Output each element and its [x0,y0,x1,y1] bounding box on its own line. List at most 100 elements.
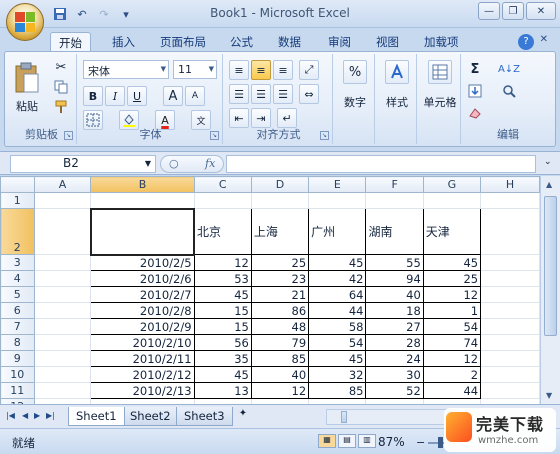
value-cell[interactable]: 27 [365,318,424,335]
close-icon[interactable]: ✕ [526,2,556,20]
value-cell[interactable]: 2 [422,366,482,383]
value-cell[interactable]: 12 [422,286,482,303]
wrap-text-icon[interactable]: ↵ [277,108,297,128]
scroll-thumb[interactable] [341,411,347,423]
cell[interactable] [480,334,540,351]
tab-formulas[interactable]: 公式 [222,32,261,52]
font-name-combo[interactable]: 宋体 ▼ [83,60,169,79]
merge-center-icon[interactable]: ⇔ [299,84,319,104]
value-cell[interactable]: 15 [193,302,252,319]
date-cell[interactable]: 2010/2/8 [90,302,195,319]
value-cell[interactable]: 30 [365,366,424,383]
cell[interactable] [480,350,540,367]
last-sheet-icon[interactable]: ▶| [46,411,55,420]
office-button[interactable] [6,3,44,41]
cell[interactable] [480,270,540,287]
cell[interactable] [33,286,92,303]
format-painter-icon[interactable] [51,98,71,116]
tab-review[interactable]: 审阅 [320,32,359,52]
value-cell[interactable]: 54 [422,318,482,335]
name-box[interactable]: B2 ▼ [10,155,156,173]
tab-view[interactable]: 视图 [368,32,407,52]
cell[interactable] [480,302,540,319]
page-layout-view-icon[interactable]: ▤ [338,434,356,448]
row-header[interactable]: 7 [0,318,35,335]
sort-filter-icon[interactable]: A↓Z [497,60,521,78]
value-cell[interactable]: 86 [250,302,310,319]
row-header[interactable]: 1 [0,192,35,209]
cell[interactable] [33,192,92,209]
date-cell[interactable]: 2010/2/9 [90,318,195,335]
page-break-view-icon[interactable]: ▥ [358,434,376,448]
scroll-thumb[interactable] [544,196,557,336]
date-cell[interactable]: 2010/2/11 [90,350,195,367]
value-cell[interactable]: 18 [365,302,424,319]
row-header[interactable]: 5 [0,286,35,303]
insert-function-button[interactable]: fx [205,157,215,170]
cell[interactable] [193,192,252,209]
align-bottom-icon[interactable]: ≡ [273,60,293,80]
value-cell[interactable]: 12 [193,254,252,271]
value-cell[interactable]: 35 [193,350,252,367]
column-header[interactable]: F [365,176,424,193]
scroll-down-icon[interactable]: ▼ [546,391,552,400]
cell[interactable] [33,302,92,319]
align-center-icon[interactable]: ☰ [251,84,271,104]
value-cell[interactable]: 79 [250,334,310,351]
vertical-scrollbar[interactable]: ▲ ▼ [540,176,560,404]
header-cell[interactable]: 上海 [250,208,310,255]
styles-label[interactable]: 样式 [377,94,417,110]
cell[interactable] [90,192,195,209]
expand-formula-icon[interactable]: ⌄ [544,157,556,171]
grow-font-button[interactable]: A [163,86,183,106]
row-header[interactable]: 2 [0,208,35,255]
tab-page-layout[interactable]: 页面布局 [152,32,214,52]
cell[interactable] [480,382,540,399]
value-cell[interactable]: 23 [250,270,310,287]
value-cell[interactable]: 52 [365,382,424,399]
row-header[interactable]: 10 [0,366,35,383]
tab-home[interactable]: 开始 [50,32,91,52]
cell[interactable] [308,192,367,209]
cell[interactable] [365,192,424,209]
insert-sheet-icon[interactable]: ✦ [234,408,252,424]
align-left-icon[interactable]: ☰ [229,84,249,104]
bold-button[interactable]: B [83,86,103,106]
date-cell[interactable]: 2010/2/7 [90,286,195,303]
value-cell[interactable]: 56 [193,334,252,351]
font-launcher-icon[interactable]: ↘ [210,131,219,140]
value-cell[interactable]: 40 [250,366,310,383]
shrink-font-button[interactable]: A [185,86,205,106]
value-cell[interactable]: 48 [250,318,310,335]
row-header[interactable]: 4 [0,270,35,287]
sheet-tab[interactable]: Sheet1 [68,407,125,426]
cell[interactable] [33,382,92,399]
value-cell[interactable]: 55 [365,254,424,271]
value-cell[interactable]: 24 [365,350,424,367]
date-cell[interactable]: 2010/2/5 [90,254,195,271]
value-cell[interactable]: 74 [422,334,482,351]
copy-icon[interactable] [51,78,71,96]
value-cell[interactable]: 45 [193,286,252,303]
value-cell[interactable]: 25 [422,270,482,287]
percent-icon[interactable]: % [343,60,367,84]
value-cell[interactable]: 54 [308,334,367,351]
styles-icon[interactable] [385,60,409,84]
value-cell[interactable]: 13 [193,382,252,399]
value-cell[interactable]: 45 [193,366,252,383]
column-header[interactable]: B [90,176,195,193]
row-header[interactable]: 6 [0,302,35,319]
font-size-combo[interactable]: 11 ▼ [173,60,217,79]
value-cell[interactable]: 1 [422,302,482,319]
value-cell[interactable]: 85 [250,350,310,367]
cell[interactable] [480,286,540,303]
number-label[interactable]: 数字 [335,94,375,110]
active-cell-b2[interactable] [89,207,196,256]
cut-icon[interactable]: ✂ [51,58,71,76]
value-cell[interactable]: 45 [308,254,367,271]
paste-button[interactable] [11,58,43,100]
first-sheet-icon[interactable]: |◀ [6,411,15,420]
header-cell[interactable]: 北京 [193,208,252,255]
zoom-out-icon[interactable]: − [416,436,425,449]
sheet-tab[interactable]: Sheet3 [176,407,233,426]
